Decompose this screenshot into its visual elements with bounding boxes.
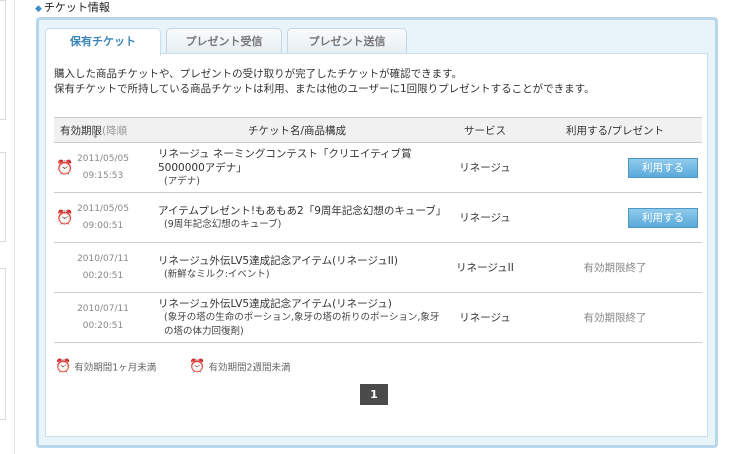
tab-present-sent[interactable]: プレゼント送信 — [287, 28, 407, 55]
expiry-cell: 2010/07/11 00:20:51 — [54, 292, 152, 343]
ticket-contents: (9周年記念幻想のキューブ) — [164, 218, 282, 230]
legend-two-weeks: 有効期間2週間未満 — [208, 362, 291, 374]
ticket-name-cell: リネージュ外伝LV5達成記念アイテム(リネージュ) (象牙の塔の生命のポーション… — [152, 292, 442, 343]
description-line: 購入した商品チケットや、プレゼントの受け取りが完了したチケットが確認できます。 — [54, 68, 463, 80]
use-button[interactable]: 利用する — [628, 157, 698, 178]
legend: ⏰ 有効期間1ヶ月未満 ⏰ 有効期間2週間未満 — [55, 359, 291, 374]
expired-status: 有効期限終了 — [528, 242, 702, 293]
header-expiry[interactable]: 有効期限(降順 ⬇ — [54, 117, 152, 143]
left-rail-panel — [0, 0, 6, 120]
expiry-cell: ⏰ 2011/05/05 09:00:51 — [54, 192, 152, 243]
expiry-time: 00:20:51 — [82, 320, 124, 331]
table-row: 2010/07/11 00:20:51 リネージュ外伝LV5達成記念アイテム(リ… — [54, 292, 702, 343]
left-rail — [0, 0, 15, 454]
service-cell: リネージュ — [442, 192, 528, 243]
expiry-cell: 2010/07/11 00:20:51 — [54, 242, 152, 293]
expiry-date: 2010/07/11 — [77, 253, 129, 264]
page-number[interactable]: 1 — [360, 384, 388, 405]
section-title-text: チケット情報 — [43, 1, 110, 14]
ticket-name-cell: アイテムプレゼント!もあもあ2「9周年記念幻想のキューブ」 (9周年記念幻想のキ… — [152, 192, 447, 243]
tab-owned-tickets[interactable]: 保有チケット — [45, 28, 161, 56]
ticket-name-cell: リネージュ ネーミングコンテスト「クリエイティブ賞5000000アデナ」 (アデ… — [152, 142, 442, 193]
tab-present-received[interactable]: プレゼント受信 — [166, 28, 282, 55]
ticket-name-cell: リネージュ外伝LV5達成記念アイテム(リネージュII) (新鮮なミルク:イベント… — [152, 242, 442, 293]
expiry-cell: ⏰ 2011/05/05 09:15:53 — [54, 142, 152, 193]
clock-blue-icon: ⏰ — [55, 359, 72, 374]
clock-blue-icon: ⏰ — [56, 210, 74, 226]
header-expiry-sort[interactable]: (降順 — [102, 125, 127, 137]
header-name: チケット名/商品構成 — [152, 117, 442, 143]
action-cell: 利用する — [528, 192, 702, 243]
expiry-date: 2010/07/11 — [77, 303, 129, 314]
ticket-contents: (象牙の塔の生命のポーション,象牙の塔の祈りのポーション,象牙の塔の体力回復剤) — [164, 311, 440, 337]
service-cell: リネージュII — [442, 242, 528, 293]
left-rail-panel — [0, 268, 6, 420]
ticket-contents: (アデナ) — [164, 175, 200, 187]
ticket-name: アイテムプレゼント!もあもあ2「9周年記念幻想のキューブ」 — [158, 204, 447, 217]
ticket-name: リネージュ外伝LV5達成記念アイテム(リネージュ) — [158, 297, 392, 310]
expiry-time: 00:20:51 — [82, 270, 124, 281]
section-title: ◆ チケット情報 — [35, 1, 110, 15]
ticket-table: 有効期限(降順 ⬇ チケット名/商品構成 サービス 利用する/プレゼント ⏰ 2… — [54, 117, 702, 343]
service-cell: リネージュ — [442, 142, 528, 193]
ticket-name: リネージュ外伝LV5達成記念アイテム(リネージュII) — [158, 254, 399, 267]
expired-status: 有効期限終了 — [528, 292, 702, 343]
table-header-row: 有効期限(降順 ⬇ チケット名/商品構成 サービス 利用する/プレゼント — [54, 117, 702, 143]
use-button[interactable]: 利用する — [628, 207, 698, 228]
left-rail-panel — [0, 152, 6, 242]
table-row: ⏰ 2011/05/05 09:00:51 アイテムプレゼント!もあもあ2「9周… — [54, 192, 702, 243]
clock-blue-icon: ⏰ — [56, 160, 74, 176]
clock-red-icon: ⏰ — [189, 359, 206, 374]
header-action: 利用する/プレゼント — [528, 117, 702, 143]
ticket-contents: (新鮮なミルク:イベント) — [164, 268, 270, 280]
bullet-icon: ◆ — [35, 4, 42, 14]
ticket-panel: 保有チケット プレゼント受信 プレゼント送信 購入した商品チケットや、プレゼント… — [36, 17, 718, 448]
legend-one-month: 有効期間1ヶ月未満 — [74, 362, 157, 374]
sort-arrow-icon[interactable]: ⬇ — [92, 131, 99, 140]
header-service: サービス — [442, 117, 528, 143]
ticket-name: リネージュ ネーミングコンテスト「クリエイティブ賞5000000アデナ」 — [158, 147, 412, 174]
service-cell: リネージュ — [442, 292, 528, 343]
description-line: 保有チケットで所持している商品チケットは利用、または他のユーザーに1回限りプレゼ… — [54, 83, 595, 95]
action-cell: 利用する — [528, 142, 702, 193]
table-row: 2010/07/11 00:20:51 リネージュ外伝LV5達成記念アイテム(リ… — [54, 242, 702, 293]
description: 購入した商品チケットや、プレゼントの受け取りが完了したチケットが確認できます。 … — [54, 67, 595, 97]
table-row: ⏰ 2011/05/05 09:15:53 リネージュ ネーミングコンテスト「ク… — [54, 142, 702, 193]
